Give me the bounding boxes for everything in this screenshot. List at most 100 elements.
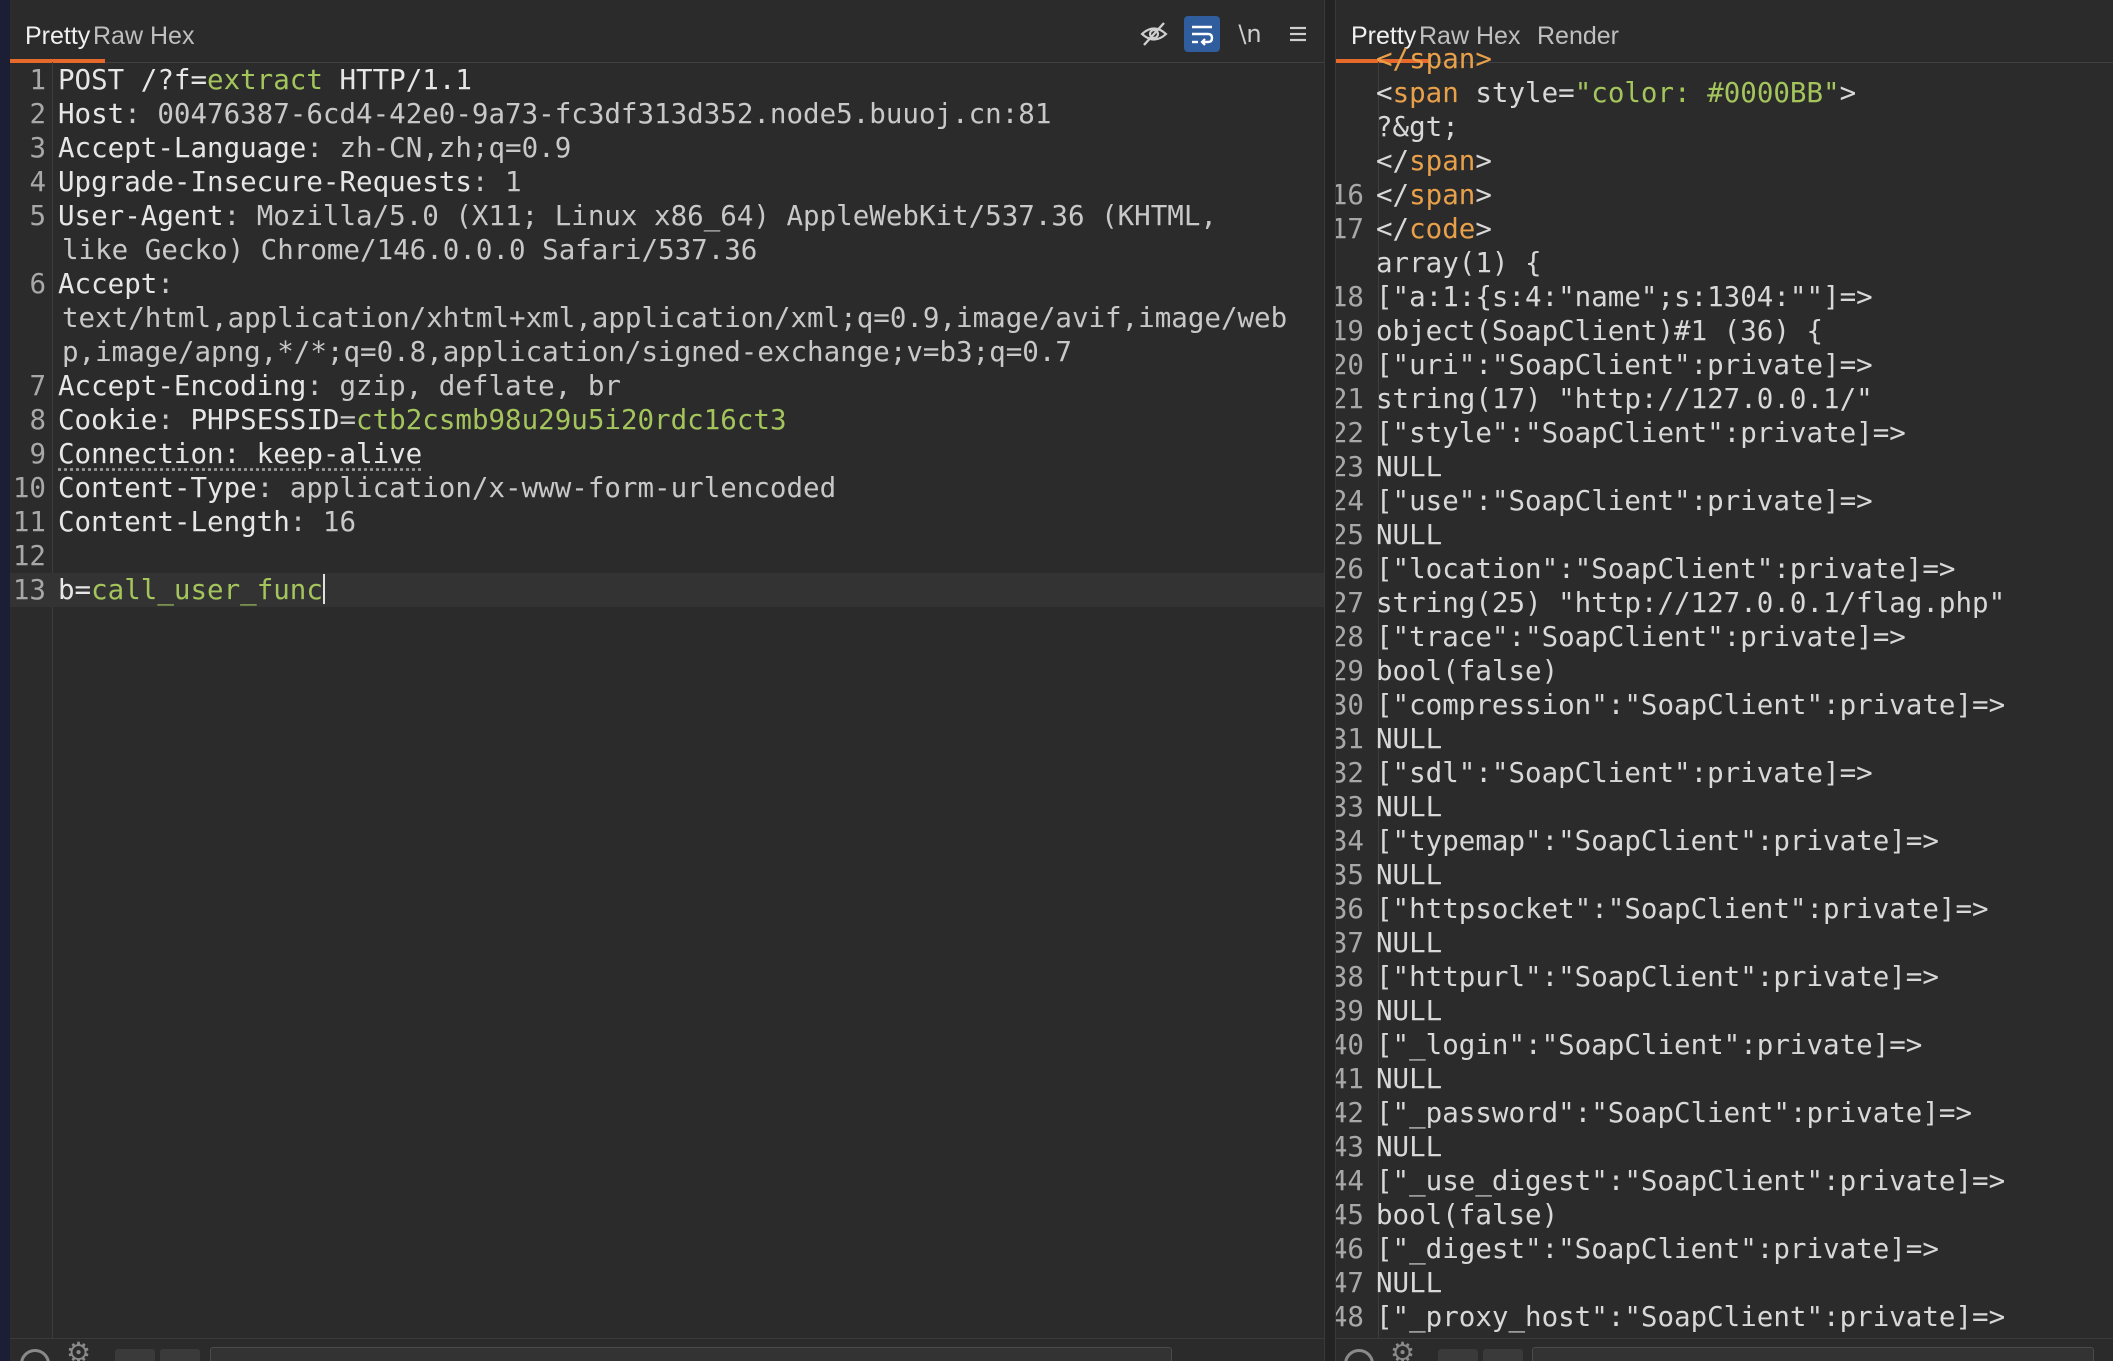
newline-toggle-icon[interactable]: \n <box>1232 16 1268 52</box>
line-number: 36 <box>1336 893 1364 925</box>
line-number: 45 <box>1336 1199 1364 1231</box>
code-token: code <box>1409 213 1476 245</box>
line-content: ["uri":"SoapClient":private]=> <box>1368 348 1873 382</box>
line-content: bool(false) <box>1368 1198 1558 1232</box>
response-code-line: 30 ["compression":"SoapClient":private]=> <box>1336 688 2113 722</box>
code-token: Content-Length <box>58 506 290 538</box>
next-button[interactable] <box>1483 1349 1523 1361</box>
help-icon[interactable] <box>1344 1349 1374 1361</box>
line-number: 7 <box>29 370 46 402</box>
line-number: 32 <box>1336 757 1364 789</box>
pane-splitter[interactable] <box>1324 0 1336 1361</box>
line-content: NULL <box>1368 1266 1442 1300</box>
wrap-lines-icon[interactable] <box>1184 16 1220 52</box>
code-token: </span> <box>1376 43 1492 75</box>
line-content: NULL <box>1368 450 1442 484</box>
line-number: 39 <box>1336 995 1364 1027</box>
line-content: <span style="color: #0000BB"> <box>1368 76 1856 110</box>
line-number: 42 <box>1336 1097 1364 1129</box>
line-content: </span> <box>1368 178 1492 212</box>
help-icon[interactable] <box>20 1349 50 1361</box>
line-content: Accept-Language: zh-CN,zh;q=0.9 <box>50 131 571 165</box>
code-token: span <box>1409 145 1476 177</box>
code-token: ["location":"SoapClient":private]=> <box>1376 553 1956 585</box>
line-content: ["_login":"SoapClient":private]=> <box>1368 1028 1922 1062</box>
request-code-line: 7 Accept-Encoding: gzip, deflate, br <box>10 369 1324 403</box>
request-tab-hex[interactable]: Hex <box>135 0 209 62</box>
response-code-line: array(1) { <box>1336 246 2113 280</box>
previous-button[interactable] <box>115 1349 155 1361</box>
line-number: 22 <box>1336 417 1364 449</box>
code-token: NULL <box>1376 519 1443 551</box>
line-content: Content-Type: application/x-www-form-url… <box>50 471 836 505</box>
line-number: 26 <box>1336 553 1364 585</box>
request-body-editor[interactable]: 1 POST /?f=extract HTTP/1.1 2 Host: 0047638… <box>10 63 1324 607</box>
line-content: ["_digest":"SoapClient":private]=> <box>1368 1232 1939 1266</box>
request-code-line: 6 Accept: <box>10 267 1324 301</box>
response-code-line: </span> <box>1336 144 2113 178</box>
line-number: 3 <box>29 132 46 164</box>
line-number: 37 <box>1336 927 1364 959</box>
code-token: ["a:1:{s:4:"name";s:1304:""]=> <box>1376 281 1873 313</box>
code-token: ["httpsocket":"SoapClient":private]=> <box>1376 893 1989 925</box>
line-number: 40 <box>1336 1029 1364 1061</box>
search-input[interactable] <box>210 1347 1172 1361</box>
line-content: ["use":"SoapClient":private]=> <box>1368 484 1873 518</box>
menu-icon[interactable] <box>1280 16 1316 52</box>
line-content: POST /?f=extract HTTP/1.1 <box>50 63 472 97</box>
line-number: 13 <box>12 574 46 606</box>
gear-icon[interactable]: ⚙ <box>66 1339 91 1361</box>
line-number: 2 <box>29 98 46 130</box>
line-content: NULL <box>1368 1130 1442 1164</box>
response-code-line: 41 NULL <box>1336 1062 2113 1096</box>
code-token: NULL <box>1376 451 1443 483</box>
code-token: bool(false) <box>1376 1199 1559 1231</box>
response-code-line: 38 ["httpurl":"SoapClient":private]=> <box>1336 960 2113 994</box>
code-token: ["use":"SoapClient":private]=> <box>1376 485 1873 517</box>
request-footer-bar: ⚙ <box>10 1338 1324 1361</box>
code-token: ["sdl":"SoapClient":private]=> <box>1376 757 1873 789</box>
code-token: Accept-Language <box>58 132 307 164</box>
request-code-line: 11 Content-Length: 16 <box>10 505 1324 539</box>
line-content: Connection: keep-alive <box>50 437 422 471</box>
eye-slash-icon[interactable] <box>1136 16 1172 52</box>
code-token: Upgrade-Insecure-Requests <box>58 166 472 198</box>
line-number: 6 <box>29 268 46 300</box>
code-token: </ <box>1376 179 1410 211</box>
line-number: 25 <box>1336 519 1364 551</box>
line-number: 47 <box>1336 1267 1364 1299</box>
code-token: ["_digest":"SoapClient":private]=> <box>1376 1233 1939 1265</box>
line-content: b=call_user_func <box>50 573 325 607</box>
code-token: : application/x-www-form-urlencoded <box>256 472 837 504</box>
response-code-line: 37 NULL <box>1336 926 2113 960</box>
code-token: HTTP/1.1 <box>322 64 472 96</box>
line-content: User-Agent: Mozilla/5.0 (X11; Linux x86_… <box>50 199 1217 233</box>
code-token: > <box>1475 179 1492 211</box>
code-token: extract <box>207 64 323 96</box>
gear-icon[interactable]: ⚙ <box>1390 1339 1415 1361</box>
request-code-line: 4 Upgrade-Insecure-Requests: 1 <box>10 165 1324 199</box>
line-content: NULL <box>1368 1062 1442 1096</box>
line-content: </code> <box>1368 212 1492 246</box>
request-code-line: 13 b=call_user_func <box>10 573 1324 607</box>
code-token: NULL <box>1376 995 1443 1027</box>
response-code-line: 18 ["a:1:{s:4:"name";s:1304:""]=> <box>1336 280 2113 314</box>
line-number: 23 <box>1336 451 1364 483</box>
code-token: object(SoapClient)#1 (36) { <box>1376 315 1824 347</box>
request-wrapped-line: p,image/apng,*/*;q=0.8,application/signe… <box>10 335 1324 369</box>
code-token: : <box>157 268 174 300</box>
line-number: 9 <box>29 438 46 470</box>
previous-button[interactable] <box>1438 1349 1478 1361</box>
line-content: Upgrade-Insecure-Requests: 1 <box>50 165 522 199</box>
code-token: Host <box>58 98 125 130</box>
line-number: 28 <box>1336 621 1364 653</box>
code-token: bool(false) <box>1376 655 1559 687</box>
line-content: ["httpurl":"SoapClient":private]=> <box>1368 960 1939 994</box>
code-token: : 16 <box>289 506 357 538</box>
search-input[interactable] <box>1532 1347 2094 1361</box>
line-content: like Gecko) Chrome/146.0.0.0 Safari/537.… <box>62 234 758 266</box>
line-number: 44 <box>1336 1165 1364 1197</box>
line-content: </span> <box>1368 42 1492 76</box>
request-toolbar: \n <box>1136 14 1316 54</box>
next-button[interactable] <box>160 1349 200 1361</box>
